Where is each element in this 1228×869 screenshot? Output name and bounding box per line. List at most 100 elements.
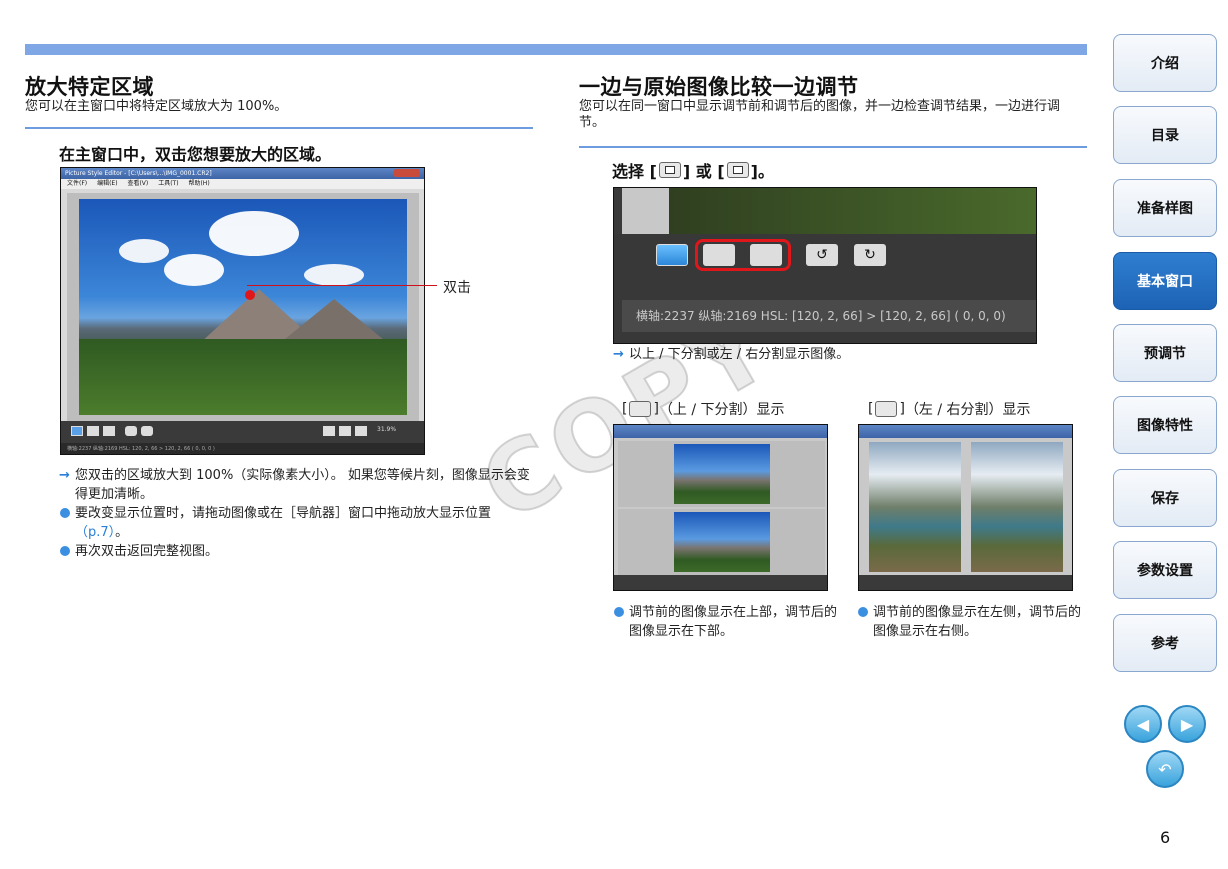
cloud-shape (209, 211, 299, 256)
bullet-text: 再次双击返回完整视图。 (75, 544, 219, 559)
single-view-icon (656, 244, 688, 266)
left-bullet-list: → 您双击的区域放大到 100%（实际像素大小）。 如果您等候片刻，图像显示会变… (59, 466, 537, 561)
right-arrow-note: → 以上 / 下分割或左 / 右分割显示图像。 (613, 345, 1033, 364)
split-lr-button-icon (703, 244, 735, 266)
rotate-left-icon: ↺ (806, 244, 838, 266)
window-titlebar (614, 425, 827, 438)
bullet-dot-icon (60, 546, 70, 556)
menu-help: 帮助(H) (188, 180, 210, 187)
after-image (674, 512, 770, 572)
left-step-instruction: 在主窗口中，双击您想要放大的区域。 (59, 145, 332, 164)
list-item: 要改变显示位置时，请拖动图像或在［导航器］窗口中拖动放大显示位置 （p.7）。 (59, 504, 537, 542)
nav-save[interactable]: 保存 (1113, 469, 1217, 527)
image-area (67, 193, 419, 421)
zoom-100-icon (339, 426, 351, 436)
left-divider (25, 127, 533, 129)
bottom-toolbar (614, 575, 827, 590)
top-color-bar (25, 44, 1087, 55)
split-view-lr-icon (87, 426, 99, 436)
list-item: 再次双击返回完整视图。 (59, 542, 537, 561)
callout-line (247, 285, 437, 286)
closeup-status-bar: 横轴:2237 纵轴:2169 HSL: [120, 2, 66] > [120… (622, 300, 1036, 332)
bullet-dot-icon (858, 607, 868, 617)
bottom-toolbar (859, 575, 1072, 590)
step-mid: ] 或 [ (682, 162, 725, 181)
caption-left-right: [ ] （左 / 右分割）显示 (868, 399, 1031, 419)
right-divider (579, 146, 1087, 148)
split-lr-button-icon (726, 162, 749, 178)
bullet-tail: 。 (115, 525, 129, 540)
next-page-icon[interactable]: ▶ (1168, 705, 1206, 743)
caption-text: （左 / 右分割）显示 (904, 402, 1031, 418)
split-tb-glyph (664, 166, 675, 174)
closeup-image-strip (614, 188, 1036, 234)
bullet-dot-icon (614, 607, 624, 617)
list-item: 调节前的图像显示在左侧，调节后的图像显示在右侧。 (857, 603, 1087, 641)
zoom-fit-icon (323, 426, 335, 436)
arrow-icon: → (613, 347, 624, 362)
menu-file: 文件(F) (67, 180, 88, 187)
split-left-right-screenshot (858, 424, 1073, 591)
nav-basic-window[interactable]: 基本窗口 (1113, 252, 1217, 310)
nav-preferences[interactable]: 参数设置 (1113, 541, 1217, 599)
window-titlebar (859, 425, 1072, 438)
bracket-open: [ (622, 401, 628, 417)
step-suffix: ]。 (750, 162, 774, 181)
bullet-text: 调节前的图像显示在上部，调节后的图像显示在下部。 (629, 605, 838, 639)
left-section-title: 放大特定区域 (25, 75, 154, 99)
bullet-text: 您双击的区域放大到 100%（实际像素大小）。 如果您等候片刻，图像显示会变得更… (75, 468, 530, 502)
bullet-dot-icon (60, 508, 70, 518)
split-top-bottom-screenshot (613, 424, 828, 591)
bullet-left-right: 调节前的图像显示在左侧，调节后的图像显示在右侧。 (857, 603, 1087, 641)
split-lr-button-icon (875, 401, 898, 417)
list-item: 调节前的图像显示在上部，调节后的图像显示在下部。 (613, 603, 843, 641)
nav-preset-adjust[interactable]: 预调节 (1113, 324, 1217, 382)
menu-tools: 工具(T) (158, 180, 179, 187)
split-tb-button-icon (658, 162, 681, 178)
page-link-p7[interactable]: （p.7） (75, 525, 115, 540)
after-image (971, 442, 1063, 572)
caption-text: （上 / 下分割）显示 (658, 402, 785, 418)
nav-sample-images[interactable]: 准备样图 (1113, 179, 1217, 237)
split-tb-button-icon (750, 244, 782, 266)
arrow-note-text: 以上 / 下分割或左 / 右分割显示图像。 (629, 347, 850, 362)
previous-page-icon[interactable]: ◀ (1124, 705, 1162, 743)
list-item: → 以上 / 下分割或左 / 右分割显示图像。 (613, 345, 1033, 364)
nav-intro[interactable]: 介绍 (1113, 34, 1217, 92)
menu-edit: 编辑(E) (97, 180, 118, 187)
mountain-shape (279, 299, 389, 344)
menu-view: 查看(V) (127, 180, 149, 187)
zoom-level: 31.9% (377, 426, 397, 433)
right-section-desc: 您可以在同一窗口中显示调节前和调节后的图像，并一边检查调节结果，一边进行调节。 (579, 99, 1061, 130)
return-icon[interactable]: ↶ (1146, 750, 1184, 788)
landscape-photo (79, 199, 407, 415)
zoom-icon (355, 426, 367, 436)
double-click-point-marker (245, 290, 255, 300)
cloud-shape (164, 254, 224, 286)
before-image (869, 442, 961, 572)
rotate-right-icon: ↻ (854, 244, 886, 266)
meadow-shape (79, 339, 407, 415)
single-view-icon (71, 426, 83, 436)
window-title: Picture Style Editor - [C:\Users\...\IMG… (65, 170, 212, 177)
nav-contents[interactable]: 目录 (1113, 106, 1217, 164)
left-section-desc: 您可以在主窗口中将特定区域放大为 100%。 (25, 99, 288, 114)
step-prefix: 选择 [ (612, 162, 657, 181)
menu-bar: 文件(F) 编辑(E) 查看(V) 工具(T) 帮助(H) (61, 179, 424, 189)
right-step-instruction: 选择 [ ] 或 [ ]。 (612, 158, 774, 182)
bullet-top-bottom: 调节前的图像显示在上部，调节后的图像显示在下部。 (613, 603, 843, 641)
right-section-title: 一边与原始图像比较一边调节 (579, 75, 859, 99)
nav-reference[interactable]: 参考 (1113, 614, 1217, 672)
bullet-text: 调节前的图像显示在左侧，调节后的图像显示在右侧。 (873, 605, 1082, 639)
list-item: → 您双击的区域放大到 100%（实际像素大小）。 如果您等候片刻，图像显示会变… (59, 466, 537, 504)
toolbar-closeup-screenshot: ↺ ↻ 横轴:2237 纵轴:2169 HSL: [120, 2, 66] > … (613, 187, 1037, 344)
status-bar: 横轴:2237 纵轴:2169 HSL: 120, 2, 66 > 120, 2… (61, 443, 424, 454)
upper-pane (618, 441, 825, 507)
main-window-screenshot: Picture Style Editor - [C:\Users\...\IMG… (60, 167, 425, 455)
split-lr-glyph (732, 166, 743, 174)
bullet-text: 要改变显示位置时，请拖动图像或在［导航器］窗口中拖动放大显示位置 (75, 506, 492, 521)
bottom-toolbar: 31.9% (61, 421, 424, 443)
close-icon (394, 169, 420, 177)
nav-image-characteristics[interactable]: 图像特性 (1113, 396, 1217, 454)
split-tb-button-icon (629, 401, 652, 417)
